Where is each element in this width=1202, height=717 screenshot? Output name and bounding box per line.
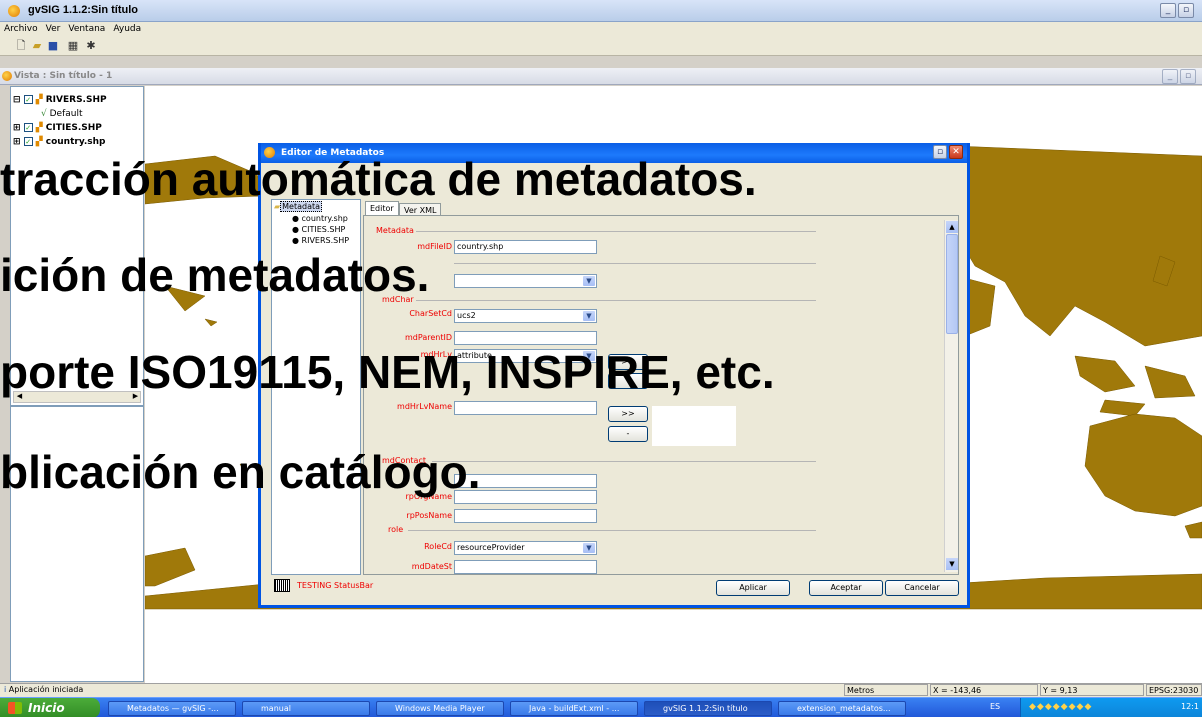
- layer-name: CITIES.SHP: [45, 123, 102, 133]
- RoleCd-combo[interactable]: resourceProvider ▼: [454, 541, 597, 555]
- section-role: role: [388, 525, 404, 534]
- status-epsg: EPSG:23030: [1146, 684, 1202, 696]
- minimize-button[interactable]: _: [1160, 3, 1176, 18]
- layout-icon[interactable]: ▦: [66, 39, 80, 53]
- point-layer-icon: ▞: [35, 123, 43, 133]
- toc-layer-cities[interactable]: ⊞ ✓ ▞ CITIES.SHP: [11, 121, 143, 135]
- toolbar: 🗋 ▰ ■ ▦ ✱: [0, 36, 1202, 56]
- mdHrLvName-field[interactable]: [454, 401, 597, 415]
- layer-visibility-checkbox[interactable]: ✓: [23, 123, 33, 132]
- toc-layer-country[interactable]: ⊞ ✓ ▞ country.shp: [11, 135, 143, 149]
- windows-taskbar: Inicio Metadatos — gvSIG -... manual Win…: [0, 697, 1202, 717]
- layer-visibility-checkbox[interactable]: ✓: [23, 95, 33, 104]
- tree-item-cities[interactable]: ● CITIES.SHP: [292, 225, 345, 234]
- chevron-down-icon[interactable]: ▼: [583, 543, 595, 553]
- overlay-line-4: blicación en catálogo.: [0, 446, 481, 498]
- status-y-coord: Y = 9,13: [1040, 684, 1144, 696]
- maximize-button[interactable]: ▫: [1178, 3, 1194, 18]
- apply-button[interactable]: Aplicar: [716, 580, 790, 596]
- remove-hrlvname-button[interactable]: -: [608, 426, 648, 442]
- hrlvname-list[interactable]: [652, 406, 736, 446]
- clock: 12:1: [1181, 702, 1199, 711]
- taskbar-item-metadatos[interactable]: Metadatos — gvSIG -...: [108, 701, 236, 716]
- add-hrlvname-button[interactable]: >>: [608, 406, 648, 422]
- status-units: Metros: [844, 684, 928, 696]
- label-mdDateSt: mdDateSt: [411, 562, 452, 571]
- scroll-down-icon[interactable]: ▼: [946, 558, 958, 570]
- mdFileID-field[interactable]: country.shp: [454, 240, 597, 254]
- view-maximize-button[interactable]: ▫: [1180, 69, 1196, 84]
- menu-bar: Archivo Ver Ventana Ayuda: [0, 22, 1202, 36]
- menu-ayuda[interactable]: Ayuda: [109, 22, 145, 36]
- mdLang-combo[interactable]: ▼: [454, 274, 597, 288]
- language-indicator[interactable]: ES: [990, 702, 1000, 711]
- menu-archivo[interactable]: Archivo: [0, 22, 42, 36]
- overlay-line-1: tracción automática de metadatos.: [0, 153, 757, 205]
- section-divider: [416, 300, 816, 301]
- gvsig-app-icon: [8, 5, 20, 17]
- dialog-maximize-button[interactable]: ▫: [933, 145, 947, 159]
- label-mdParentID: mdParentID: [405, 333, 452, 342]
- section-divider: [408, 530, 816, 531]
- status-x-coord: X = -143,46: [930, 684, 1038, 696]
- tray-icons[interactable]: ◆◆◆◆◆◆◆◆: [1029, 702, 1092, 712]
- tree-item-rivers[interactable]: ● RIVERS.SHP: [292, 236, 349, 245]
- taskbar-item-extension[interactable]: extension_metadatos...: [778, 701, 906, 716]
- barcode-icon: [274, 579, 290, 592]
- label-RoleCd: RoleCd: [424, 542, 452, 551]
- view-minimize-button[interactable]: _: [1162, 69, 1178, 84]
- save-icon[interactable]: ■: [46, 39, 60, 53]
- view-title: Vista : Sin título - 1: [14, 71, 113, 81]
- mdDateSt-field[interactable]: [454, 560, 597, 574]
- window-title: gvSIG 1.1.2:Sin título: [28, 4, 139, 16]
- overlay-line-3: porte ISO19115, NEM, INSPIRE, etc.: [0, 346, 775, 398]
- line-layer-icon: ▞: [35, 95, 43, 105]
- chevron-down-icon[interactable]: ▼: [583, 276, 595, 286]
- view-window-titlebar: Vista : Sin título - 1 _ ▫: [0, 68, 1202, 85]
- layer-visibility-checkbox[interactable]: ✓: [23, 137, 33, 146]
- overlay-line-2: ición de metadatos.: [0, 249, 430, 301]
- accept-button[interactable]: Aceptar: [809, 580, 883, 596]
- open-folder-icon[interactable]: ▰: [30, 39, 44, 53]
- info-icon: i: [4, 685, 7, 694]
- layer-name: country.shp: [45, 137, 106, 147]
- status-bar: i Aplicación iniciada Metros X = -143,46…: [0, 683, 1202, 697]
- scroll-thumb[interactable]: [946, 234, 958, 334]
- label-CharSetCd: CharSetCd: [409, 309, 452, 318]
- section-metadata: Metadata: [376, 226, 414, 235]
- section-divider: [416, 231, 816, 232]
- rpPosName-field[interactable]: [454, 509, 597, 523]
- label-rpPosName: rpPosName: [406, 511, 452, 520]
- section-divider: [432, 461, 816, 462]
- taskbar-item-media-player[interactable]: Windows Media Player: [376, 701, 504, 716]
- polygon-layer-icon: ▞: [35, 137, 43, 147]
- system-tray: ◆◆◆◆◆◆◆◆ 12:1: [1020, 698, 1202, 717]
- tree-item-country[interactable]: ● country.shp: [292, 214, 348, 223]
- section-divider: [454, 263, 816, 264]
- new-file-icon[interactable]: 🗋: [14, 39, 28, 53]
- label-mdHrLvName: mdHrLvName: [397, 402, 452, 411]
- taskbar-item-gvsig[interactable]: gvSIG 1.1.2:Sin título: [644, 701, 772, 716]
- legend-default: √ Default: [41, 109, 83, 119]
- dialog-close-button[interactable]: ✕: [949, 145, 963, 159]
- menu-ventana[interactable]: Ventana: [64, 22, 109, 36]
- window-titlebar: gvSIG 1.1.2:Sin título _ ▫: [0, 0, 1202, 22]
- taskbar-item-java[interactable]: Java - buildExt.xml - ...: [510, 701, 638, 716]
- layer-name: RIVERS.SHP: [45, 95, 107, 105]
- menu-ver[interactable]: Ver: [42, 22, 65, 36]
- scroll-up-icon[interactable]: ▲: [946, 221, 958, 233]
- form-vertical-scrollbar[interactable]: ▲ ▼: [944, 220, 958, 572]
- windows-logo-icon: [8, 702, 22, 714]
- chevron-down-icon[interactable]: ▼: [583, 311, 595, 321]
- dialog-statusbar: TESTING StatusBar: [297, 581, 374, 590]
- CharSetCd-combo[interactable]: ucs2 ▼: [454, 309, 597, 323]
- status-message: i Aplicación iniciada: [4, 685, 84, 694]
- start-button[interactable]: Inicio: [0, 698, 100, 717]
- toc-layer-rivers[interactable]: ⊟ ✓ ▞ RIVERS.SHP: [11, 93, 143, 107]
- view-icon: [2, 71, 12, 81]
- mdParentID-field[interactable]: [454, 331, 597, 345]
- tools-icon[interactable]: ✱: [84, 39, 98, 53]
- taskbar-item-manual[interactable]: manual: [242, 701, 370, 716]
- cancel-button[interactable]: Cancelar: [885, 580, 959, 596]
